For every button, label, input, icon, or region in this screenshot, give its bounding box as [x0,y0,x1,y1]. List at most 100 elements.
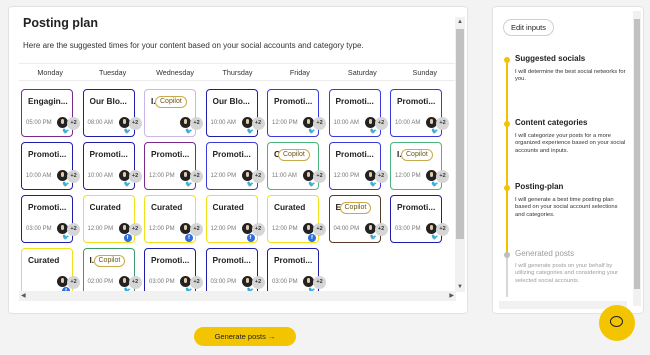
day-label: Thursday [222,68,253,77]
post-card[interactable]: Promoti... 10:00 AM +2 🐦 [21,142,80,190]
post-card[interactable]: I. Copilot 12:00 PM +2 🐦 [390,142,449,190]
twitter-icon: 🐦 [246,128,255,136]
post-time: 03:00 PM [149,279,175,285]
copilot-badge: Copilot [401,149,433,161]
posts-grid: Engagin... 05:00 PM +2 🐦 Our Blo... 08:00 AM +… [21,89,449,303]
post-card[interactable]: Our Blo... 08:00 AM +2 🐦 [82,89,142,137]
post-card[interactable]: C Copilot 11:00 AM +2 🐦 [267,142,326,190]
post-title: Promoti... [274,96,313,106]
post-time: 03:00 PM [395,226,421,232]
post-title: Curated [274,202,306,212]
step-pending-dot-icon [504,252,510,258]
scroll-left-arrow-icon[interactable]: ◀ [21,292,26,299]
post-card[interactable]: Promoti... 12:00 PM +2 🐦 [328,142,388,190]
step-complete-dot-icon [504,57,510,63]
generate-posts-button[interactable]: Generate posts → [194,327,296,346]
day-label: Wednesday [156,68,194,77]
post-time: 08:00 AM [87,120,113,126]
post-card[interactable]: Our Blo... 10:00 AM +2 🐦 [205,89,265,137]
scroll-up-arrow-icon[interactable]: ▲ [457,19,463,25]
twitter-icon: 🐦 [246,181,255,189]
post-title: Promoti... [397,96,436,106]
chat-button[interactable] [599,305,635,341]
post-card[interactable]: Promoti... 10:00 AM +2 🐦 [390,89,449,137]
post-card[interactable]: Engagin... 05:00 PM +2 🐦 [21,89,80,137]
post-card[interactable]: Promoti... 10:00 AM +2 🐦 [82,142,142,190]
day-header-row: Monday Tuesday Wednesday Thursday Friday… [19,63,456,81]
twitter-icon: 🐦 [185,181,193,189]
scrollbar-thumb[interactable] [456,29,464,239]
timeline-line [506,255,508,297]
facebook-icon: f [185,234,193,242]
post-card[interactable]: Curated 12:00 PM +2 f [205,195,265,243]
timeline-line [506,63,508,125]
scroll-right-arrow-icon[interactable]: ▶ [449,292,454,299]
post-time: 03:00 PM [210,279,237,285]
post-card[interactable]: Promoti... 12:00 PM +2 🐦 [144,142,203,190]
twitter-icon: 🐦 [308,128,316,136]
post-title: Curated [89,202,121,212]
step-description: I will generate posts on your behalf by … [515,263,619,284]
sidebar-vertical-scrollbar[interactable] [633,11,641,306]
post-card[interactable]: Curated 12:00 PM +2 f [144,195,203,243]
post-card[interactable]: Promoti... 12:00 PM +2 🐦 [205,142,265,190]
post-card[interactable]: Curated 12:00 PM +2 f [82,195,142,243]
post-title: Our Blo... [212,96,250,106]
timeline-line [506,191,508,253]
post-card[interactable]: Promoti...03:00 PM+2🐦 [21,195,80,243]
post-card[interactable]: I...Copilot+2🐦 [144,89,203,137]
post-card[interactable]: Promoti... 12:00 PM +2 🐦 [267,89,326,137]
step-title: Generated posts [515,249,575,258]
post-title: Promoti... [151,255,190,265]
post-title: Curated [28,255,60,265]
post-card[interactable]: E Copilot 04:00 PM +2 🐦 [328,195,388,243]
post-card[interactable]: Promoti...03:00 PM+2🐦 [267,248,326,296]
post-title: Promoti... [28,149,67,159]
timeline-line [506,127,508,189]
edit-inputs-button[interactable]: Edit inputs [503,19,555,36]
scroll-down-arrow-icon[interactable]: ▼ [457,284,463,290]
scrollbar-thumb[interactable] [634,19,640,289]
post-title: Promoti... [212,255,251,265]
post-time: 10:00 AM [395,120,421,126]
post-title: Promoti... [397,202,436,212]
post-card[interactable]: Promoti... 10:00 AM +2 🐦 [328,89,388,137]
twitter-icon: 🐦 [62,128,70,136]
post-title: Our Blo... [89,96,127,106]
step-title: Posting-plan [515,182,564,191]
post-time: 12:00 PM [149,226,175,232]
twitter-icon: 🐦 [62,181,70,189]
post-title: Engagin... [28,96,68,106]
copilot-badge: Copilot [278,149,310,161]
page-title: Posting plan [23,16,98,30]
day-label: Saturday [347,68,377,77]
twitter-icon: 🐦 [431,181,439,189]
post-time: 12:00 PM [210,173,237,179]
post-card[interactable]: Curated+2f [21,248,80,296]
facebook-icon: f [246,234,255,242]
day-label: Friday [289,68,310,77]
post-card[interactable]: Promoti...03:00 PM+2🐦 [390,195,449,243]
post-time: 10:00 AM [26,173,52,179]
copilot-badge: Copilot [155,96,187,108]
copilot-badge: Copilot [339,202,372,214]
post-title: Promoti... [335,149,374,159]
post-title: Promoti... [212,149,251,159]
post-card[interactable]: I.Copilot02:00 PM+2🐦 [82,248,142,296]
post-card[interactable]: Promoti...03:00 PM+2🐦 [205,248,265,296]
horizontal-scrollbar[interactable]: ◀ ▶ [19,291,456,301]
twitter-icon: 🐦 [185,128,193,136]
twitter-icon: 🐦 [369,181,378,189]
step-title: Content categories [515,118,588,127]
post-title: Promoti... [151,149,190,159]
post-card[interactable]: Curated 12:00 PM +2 f [267,195,326,243]
twitter-icon: 🐦 [431,128,439,136]
post-time: 10:00 AM [210,120,236,126]
chat-icon [610,316,623,327]
step-complete-dot-icon [504,121,510,127]
post-title: Curated [151,202,183,212]
post-time: 12:00 PM [87,226,114,232]
vertical-scrollbar[interactable]: ▲ ▼ [455,17,465,292]
post-card[interactable]: Promoti...03:00 PM+2🐦 [144,248,203,296]
post-time: 12:00 PM [333,173,360,179]
